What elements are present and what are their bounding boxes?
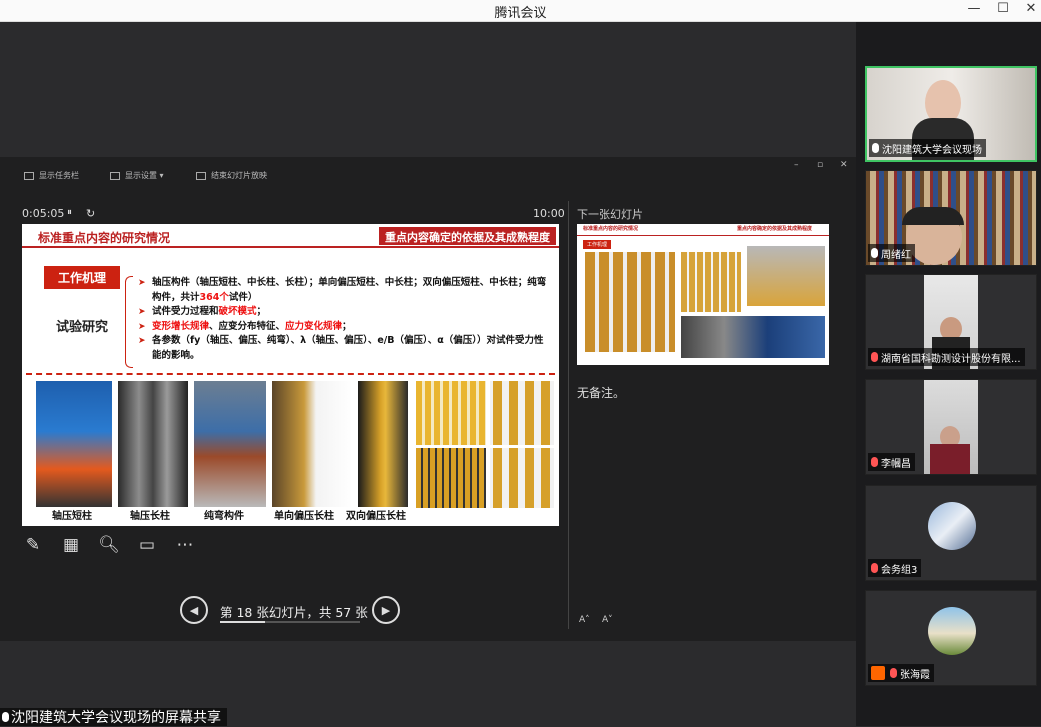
pause-icon[interactable]: ⏸ <box>67 207 72 218</box>
avatar <box>928 607 976 655</box>
test-photo <box>490 381 554 445</box>
taskbar-label: 显示任务栏 <box>39 171 79 180</box>
slide-navigation: ◀ 第 18 张幻灯片，共 57 张 ▶ <box>180 596 400 626</box>
photo-caption: 轴压长柱 <box>130 511 170 522</box>
thumb-subtitle: 重点内容确定的依据及其成熟程度 <box>737 226 813 232</box>
next-slide-button[interactable]: ▶ <box>372 596 400 624</box>
reset-icon[interactable]: ↻ <box>86 207 95 220</box>
display-settings-label: 显示设置 ▾ <box>125 171 164 180</box>
photo-caption: 单向偏压长柱 <box>274 511 334 522</box>
zoom-icon[interactable]: 🔍︎ <box>98 534 120 556</box>
photo-caption: 双向偏压长柱 <box>346 511 406 522</box>
test-photo <box>490 448 554 508</box>
screen-icon[interactable]: ▭ <box>136 534 158 556</box>
slides-grid-icon[interactable]: ▦ <box>60 534 82 556</box>
slide-counter: 第 18 张幻灯片，共 57 张 <box>220 605 368 620</box>
slide-title: 标准重点内容的研究情况 <box>38 231 171 245</box>
test-photo <box>272 381 352 507</box>
taskbar-icon <box>24 171 34 180</box>
test-photo <box>416 381 486 445</box>
participant-tile[interactable]: 张海霞 <box>865 590 1037 686</box>
mic-muted-icon <box>871 563 878 573</box>
mic-muted-icon <box>871 457 878 467</box>
avatar <box>928 502 976 550</box>
slide-progress <box>220 621 360 623</box>
presenter-view: 显示任务栏 显示设置 ▾ 结束幻灯片放映 – ▫ ✕ 0:05:05 ⏸ ↻ 1… <box>0 157 856 641</box>
more-icon[interactable]: ⋯ <box>174 534 196 556</box>
bullet-item: 变形增长规律、应变分布特征、应力变化规律； <box>138 320 548 335</box>
end-show-label: 结束幻灯片放映 <box>211 171 267 180</box>
prev-slide-button[interactable]: ◀ <box>180 596 208 624</box>
thumb-tag: 工作机理 <box>583 240 612 249</box>
mic-icon <box>2 712 9 722</box>
section-label: 工作机理 <box>44 266 121 289</box>
screen-share-banner: 沈阳建筑大学会议现场的屏幕共享 <box>0 708 227 726</box>
mic-icon <box>872 143 879 153</box>
pen-icon[interactable]: ✎ <box>22 534 44 556</box>
photo-caption: 纯弯构件 <box>204 511 244 522</box>
participant-tile[interactable]: 周绪红 <box>865 170 1037 266</box>
close-button[interactable]: ✕ <box>1021 1 1041 16</box>
end-show-button[interactable]: 结束幻灯片放映 <box>196 170 267 181</box>
font-decrease-button[interactable]: A˅ <box>602 615 613 625</box>
topic-label: 试验研究 <box>56 320 109 335</box>
mic-muted-icon <box>871 352 878 362</box>
share-banner-label: 沈阳建筑大学会议现场的屏幕共享 <box>11 710 221 726</box>
current-slide: 标准重点内容的研究情况 重点内容确定的依据及其成熟程度 工作机理 试验研究 轴压… <box>22 224 559 526</box>
mic-icon <box>871 248 878 258</box>
presenter-close-button[interactable]: ✕ <box>840 160 848 170</box>
title-bar: 腾讯会议 — ☐ ✕ <box>0 0 1041 22</box>
maximize-button[interactable]: ☐ <box>993 1 1013 16</box>
participant-tile[interactable]: 李幗昌 <box>865 379 1037 475</box>
thumb-title: 标准重点内容的研究情况 <box>583 226 639 232</box>
slide-header: 标准重点内容的研究情况 重点内容确定的依据及其成熟程度 <box>22 224 559 248</box>
minimize-button[interactable]: — <box>964 1 984 16</box>
bullet-item: 轴压构件（轴压短柱、中长柱、长柱）；单向偏压短柱、中长柱；双向偏压短柱、中长柱；… <box>138 276 548 305</box>
display-icon <box>110 171 120 180</box>
test-photo <box>118 381 188 507</box>
participant-label: 周绪红 <box>868 244 915 262</box>
elapsed-time: 0:05:05 <box>22 207 65 220</box>
font-increase-button[interactable]: A˄ <box>579 615 590 625</box>
speaker-notes: 无备注。 <box>577 386 626 400</box>
display-settings-button[interactable]: 显示设置 ▾ <box>110 170 164 181</box>
clock-time: 10:00 <box>533 207 565 220</box>
brace-decoration <box>125 276 133 368</box>
presenter-min-button[interactable]: – <box>794 160 799 170</box>
presenter-restore-button[interactable]: ▫ <box>817 160 823 170</box>
app-title: 腾讯会议 <box>494 6 547 21</box>
bullet-item: 试件受力过程和破坏模式； <box>138 305 548 320</box>
shared-screen-area: 显示任务栏 显示设置 ▾ 结束幻灯片放映 – ▫ ✕ 0:05:05 ⏸ ↻ 1… <box>0 22 856 726</box>
pen-toolbar: ✎ ▦ 🔍︎ ▭ ⋯ <box>22 534 196 556</box>
user-icon <box>871 666 885 680</box>
show-taskbar-button[interactable]: 显示任务栏 <box>24 170 79 181</box>
bullet-item: 各参数（fy（轴压、偏压、纯弯）、λ（轴压、偏压）、e/B（偏压）、α（偏压））… <box>138 334 548 363</box>
next-slide-title: 下一张幻灯片 <box>577 208 643 221</box>
participant-label: 张海霞 <box>868 664 934 682</box>
participant-label: 李幗昌 <box>868 453 915 471</box>
test-photo <box>194 381 266 507</box>
test-photo <box>36 381 112 507</box>
dashed-divider <box>26 373 555 375</box>
next-slide-thumbnail[interactable]: 标准重点内容的研究情况 重点内容确定的依据及其成熟程度 工作机理 <box>577 224 829 365</box>
participant-tile[interactable]: 会务组3 <box>865 485 1037 581</box>
participant-label: 沈阳建筑大学会议现场 <box>869 139 986 157</box>
participant-label: 会务组3 <box>868 559 922 577</box>
participant-tile[interactable]: 沈阳建筑大学会议现场 <box>865 66 1037 162</box>
end-show-icon <box>196 171 206 180</box>
photo-caption: 轴压短柱 <box>52 511 92 522</box>
bullet-list: 轴压构件（轴压短柱、中长柱、长柱）；单向偏压短柱、中长柱；双向偏压短柱、中长柱；… <box>138 276 548 363</box>
test-photo <box>358 381 408 507</box>
test-photo <box>416 448 486 508</box>
slide-subtitle: 重点内容确定的依据及其成熟程度 <box>379 227 556 245</box>
participant-label: 湖南省国科勘测设计股份有限... <box>868 348 1025 366</box>
participant-tile[interactable]: 湖南省国科勘测设计股份有限... <box>865 274 1037 370</box>
mic-muted-icon <box>890 668 897 678</box>
pane-divider <box>568 201 569 629</box>
